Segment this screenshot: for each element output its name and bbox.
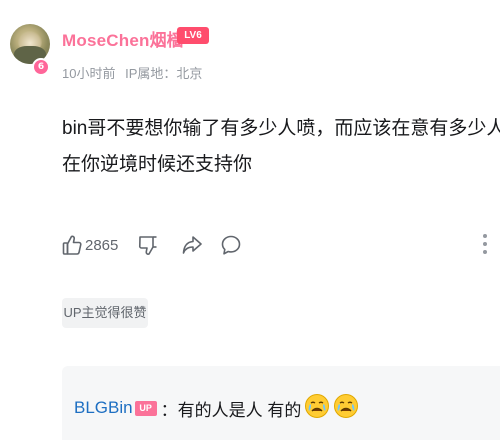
reply-button[interactable] [220,232,242,258]
reply-preview[interactable]: BLGBin UP ：有的人是人 有的 [62,366,500,440]
dislike-button[interactable] [138,232,158,258]
level-badge: 6 [32,58,50,76]
comment-meta: 10小时前 IP属地：北京 [62,63,202,82]
reply-username[interactable]: BLGBin [74,398,133,418]
speech-bubble-icon [220,234,242,256]
like-count: 2865 [85,236,119,254]
comment-text-line-1: bin哥不要想你输了有多少人喷，而应该在意有多少人 [62,118,500,139]
up-liked-badge: UP主觉得很赞 [62,298,148,328]
level-tag: LV6 [177,27,209,44]
crying-face-emoji-icon [333,393,359,424]
share-arrow-icon [182,234,202,256]
like-button[interactable]: 2865 [62,232,118,258]
comment-text-line-2: 在你逆境时候还支持你 [62,154,253,175]
crying-face-emoji-icon [304,393,330,424]
vertical-dots-icon [483,234,487,238]
comment-time: 10小时前 [62,66,116,81]
thumbs-up-icon [62,234,82,256]
comment-page: 6 MoseChen烟樯 LV6 10小时前 IP属地：北京 bin哥不要想你输… [0,0,500,440]
share-button[interactable] [182,232,202,258]
ip-location: IP属地：北京 [125,66,203,81]
comment-text: bin哥不要想你输了有多少人喷，而应该在意有多少人 在你逆境时候还支持你 [62,111,500,183]
username-text: MoseChen [62,31,150,50]
username[interactable]: MoseChen烟樯 [62,26,184,51]
thumbs-down-icon [138,234,158,256]
up-tag: UP [134,400,157,416]
avatar-container[interactable]: 6 [10,24,50,76]
reply-line: BLGBin UP ：有的人是人 有的 [74,393,359,424]
more-options-button[interactable] [482,234,488,254]
reply-text: ：有的人是人 有的 [160,400,302,420]
